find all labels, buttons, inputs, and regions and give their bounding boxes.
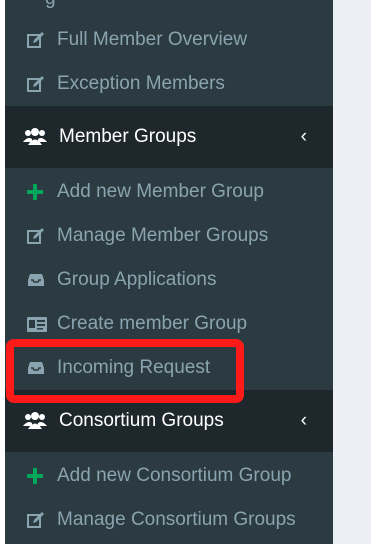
menu-item-incoming-request[interactable]: Incoming Request — [5, 346, 333, 390]
menu-section-label: Consortium Groups — [59, 410, 224, 431]
menu-item-create-member-group[interactable]: Create member Group — [5, 302, 333, 346]
cutoff-menu-item-text: g — [45, 0, 56, 10]
menu-item-label: Manage Member Groups — [57, 225, 269, 246]
edit-icon — [27, 76, 49, 92]
menu-item-label: Exception Members — [57, 73, 225, 94]
chevron-left-icon: ‹ — [300, 410, 307, 431]
content-area — [333, 0, 371, 544]
menu-item-full-member-overview[interactable]: Full Member Overview — [5, 18, 333, 62]
menu-section-label: Member Groups — [59, 126, 197, 147]
inbox-icon — [27, 273, 49, 287]
edit-icon — [27, 228, 49, 244]
menu-section-consortium-groups[interactable]: Consortium Groups ‹ — [5, 390, 333, 452]
menu-item-label: Incoming Request — [57, 357, 211, 378]
edit-icon — [27, 512, 49, 528]
plus-icon — [27, 468, 49, 484]
menu-section-member-groups[interactable]: Member Groups ‹ — [5, 106, 333, 168]
menu-item-exception-members[interactable]: Exception Members — [5, 62, 333, 106]
menu-item-label: Manage Consortium Groups — [57, 509, 296, 530]
menu-item-manage-member-groups[interactable]: Manage Member Groups — [5, 214, 333, 258]
menu-item-label: Group Applications — [57, 269, 217, 290]
menu-item-label: Add new Member Group — [57, 181, 264, 202]
inbox-icon — [27, 361, 49, 375]
plus-icon — [27, 184, 49, 200]
edit-icon — [27, 32, 49, 48]
menu-item-label: Add new Consortium Group — [57, 465, 292, 486]
users-icon — [23, 412, 53, 430]
menu-item-add-new-member-group[interactable]: Add new Member Group — [5, 170, 333, 214]
menu-item-label: Full Member Overview — [57, 29, 248, 50]
chevron-left-icon: ‹ — [300, 126, 307, 147]
users-icon — [23, 128, 53, 146]
id-card-icon — [27, 316, 49, 332]
menu-item-group-applications[interactable]: Group Applications — [5, 258, 333, 302]
menu-item-label: Create member Group — [57, 313, 248, 334]
menu-item-add-new-consortium-group[interactable]: Add new Consortium Group — [5, 454, 333, 498]
sidebar: g Full Member Overview Exception Members… — [5, 0, 333, 544]
menu-item-manage-consortium-groups[interactable]: Manage Consortium Groups — [5, 498, 333, 542]
